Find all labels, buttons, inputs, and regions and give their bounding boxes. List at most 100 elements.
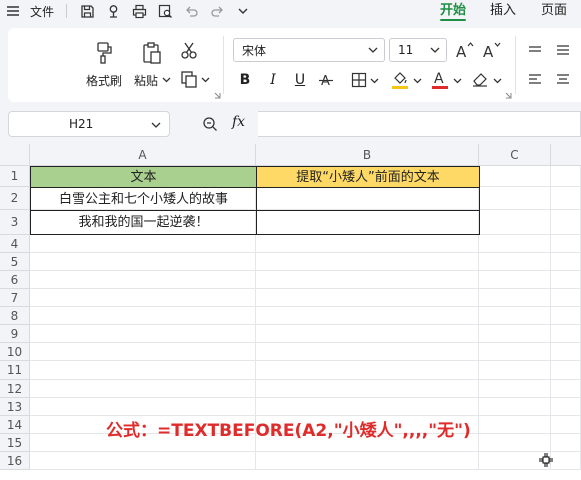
clear-format-eraser-icon[interactable]: [470, 68, 490, 90]
align-left-icon[interactable]: [525, 70, 545, 90]
font-launcher-icon[interactable]: [504, 91, 512, 99]
row-header-3[interactable]: 3: [0, 210, 30, 235]
grid-cell[interactable]: [256, 361, 479, 380]
grid-cell[interactable]: [256, 398, 479, 416]
row-header-8[interactable]: 8: [0, 307, 30, 325]
align-top-icon[interactable]: [525, 40, 545, 60]
row-header-14[interactable]: 14: [0, 416, 30, 434]
grid-cell[interactable]: [551, 235, 581, 253]
grid-cell[interactable]: [256, 271, 479, 289]
font-color-icon[interactable]: A: [430, 68, 450, 92]
grid-cell[interactable]: [479, 235, 551, 253]
row-header-1[interactable]: 1: [0, 166, 30, 187]
row-header-9[interactable]: 9: [0, 325, 30, 343]
copy-icon[interactable]: [178, 68, 200, 90]
grid-cell[interactable]: [30, 325, 256, 343]
font-name-select[interactable]: 宋体: [233, 38, 385, 62]
copy-chevron-down-icon[interactable]: [200, 74, 210, 84]
grid-cell[interactable]: [30, 253, 256, 271]
font-color-chevron-down-icon[interactable]: [452, 75, 462, 85]
font-size-select[interactable]: 11: [389, 38, 447, 62]
italic-icon[interactable]: I: [264, 70, 282, 90]
tab-page[interactable]: 页面: [541, 2, 567, 20]
format-painter-icon[interactable]: [92, 40, 116, 66]
grid-cell[interactable]: [479, 325, 551, 343]
grid-cell[interactable]: [479, 187, 551, 210]
grid-cell[interactable]: [551, 271, 581, 289]
grid-cell[interactable]: [479, 343, 551, 361]
cell-a1[interactable]: 文本: [30, 166, 256, 188]
select-all-corner[interactable]: [0, 144, 30, 166]
row-header-16[interactable]: 16: [0, 452, 30, 470]
grid-cell[interactable]: [256, 380, 479, 398]
undo-icon[interactable]: [184, 2, 199, 20]
grid-cell[interactable]: [479, 416, 551, 434]
column-header-b[interactable]: B: [256, 144, 479, 166]
row-header-11[interactable]: 11: [0, 361, 30, 380]
grid-cell[interactable]: [256, 253, 479, 271]
clipboard-launcher-icon[interactable]: [213, 91, 221, 99]
bold-icon[interactable]: B: [236, 70, 254, 90]
tab-insert[interactable]: 插入: [490, 2, 516, 20]
format-painter-label[interactable]: 格式刷: [86, 72, 122, 89]
row-header-6[interactable]: 6: [0, 271, 30, 289]
save-icon[interactable]: [80, 2, 95, 20]
grid-cell[interactable]: [30, 452, 256, 470]
grid-cell[interactable]: [551, 434, 581, 452]
grid-cell[interactable]: [30, 361, 256, 380]
grid-cell[interactable]: [479, 361, 551, 380]
print-preview-icon[interactable]: [158, 2, 173, 20]
grid-cell[interactable]: [479, 253, 551, 271]
tab-home[interactable]: 开始: [440, 2, 466, 20]
print-icon[interactable]: [132, 2, 147, 20]
grid-cell[interactable]: [551, 416, 581, 434]
name-box-chevron-down-icon[interactable]: [150, 119, 162, 131]
grid-cell[interactable]: [551, 289, 581, 307]
fill-color-icon[interactable]: [390, 68, 410, 92]
grid-cell[interactable]: [551, 307, 581, 325]
grid-cell[interactable]: [479, 166, 551, 187]
formula-input[interactable]: [258, 111, 581, 137]
grid-cell[interactable]: [551, 325, 581, 343]
align-middle-icon[interactable]: [553, 40, 573, 60]
cell-b3[interactable]: [256, 210, 480, 235]
paste-label[interactable]: 粘贴: [134, 72, 158, 89]
grid-cell[interactable]: [30, 271, 256, 289]
row-header-13[interactable]: 13: [0, 398, 30, 416]
column-header-c[interactable]: C: [479, 144, 551, 166]
grid-cell[interactable]: [30, 307, 256, 325]
row-header-4[interactable]: 4: [0, 235, 30, 253]
row-header-12[interactable]: 12: [0, 380, 30, 398]
cell-a2[interactable]: 白雪公主和七个小矮人的故事: [30, 187, 256, 211]
grid-cell[interactable]: [479, 271, 551, 289]
grid-cell[interactable]: [479, 307, 551, 325]
hamburger-menu-icon[interactable]: [6, 2, 20, 20]
grid-cell[interactable]: [256, 235, 479, 253]
paste-icon[interactable]: [140, 40, 164, 66]
grid-cell[interactable]: [479, 289, 551, 307]
redo-icon[interactable]: [210, 2, 225, 20]
decrease-font-size-icon[interactable]: A: [482, 40, 502, 60]
cell-b2[interactable]: [256, 187, 480, 211]
grid-cell[interactable]: [479, 434, 551, 452]
fill-color-chevron-down-icon[interactable]: [412, 75, 422, 85]
export-icon[interactable]: [106, 2, 121, 20]
grid-cell[interactable]: [551, 380, 581, 398]
grid-cell[interactable]: [551, 187, 581, 210]
cell-a3[interactable]: 我和我的国一起逆袭！: [30, 210, 256, 235]
cell-b1[interactable]: 提取“小矮人”前面的文本: [256, 166, 480, 188]
name-box[interactable]: H21: [8, 111, 170, 137]
borders-icon[interactable]: [350, 70, 368, 90]
borders-chevron-down-icon[interactable]: [369, 75, 379, 85]
grid-cell[interactable]: [551, 452, 581, 470]
grid-cell[interactable]: [551, 253, 581, 271]
grid-cell[interactable]: [256, 289, 479, 307]
grid-cell[interactable]: [479, 380, 551, 398]
paste-chevron-down-icon[interactable]: [161, 74, 171, 84]
grid-cell[interactable]: [256, 452, 479, 470]
strikethrough-icon[interactable]: A: [317, 70, 335, 90]
grid-cell[interactable]: [256, 307, 479, 325]
grid-cell[interactable]: [551, 343, 581, 361]
grid-cell[interactable]: [30, 235, 256, 253]
grid-cell[interactable]: [551, 398, 581, 416]
